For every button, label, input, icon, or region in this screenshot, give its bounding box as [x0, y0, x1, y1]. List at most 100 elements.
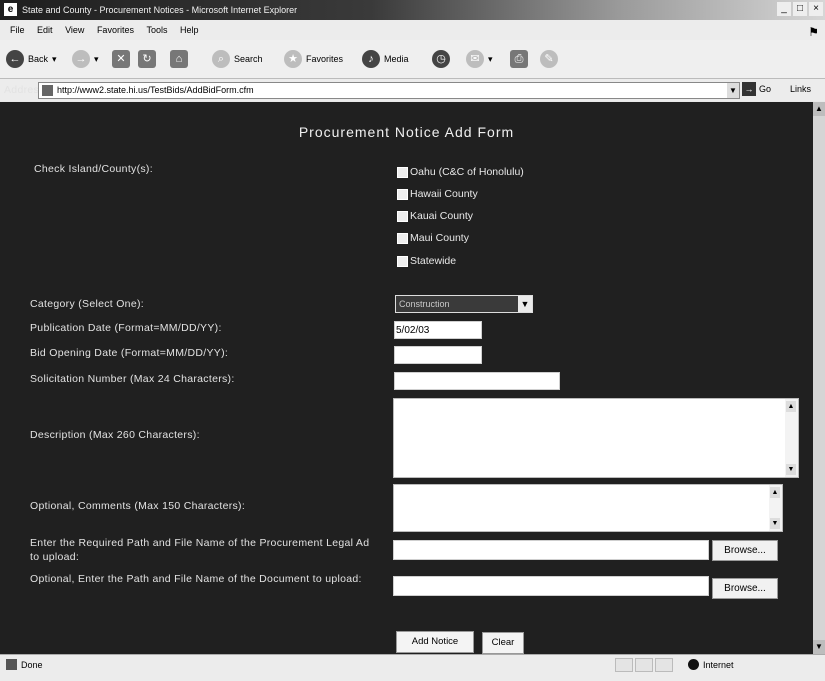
document-file-input[interactable] [393, 576, 709, 596]
window-title: State and County - Procurement Notices -… [22, 5, 298, 15]
star-icon: ★ [284, 50, 302, 68]
chevron-down-icon: ▾ [488, 53, 493, 64]
comments-textarea[interactable]: ▲ ▼ [393, 484, 783, 532]
page-content: Procurement Notice Add Form Check Island… [0, 102, 813, 654]
chevron-down-icon: ▾ [52, 53, 57, 64]
media-button[interactable]: ♪ Media [362, 48, 409, 70]
checkbox-maui[interactable]: Maui County [397, 232, 469, 244]
address-dropdown-icon[interactable]: ▼ [727, 83, 739, 98]
page-title: Procurement Notice Add Form [298, 124, 515, 140]
status-text: Done [21, 659, 43, 670]
search-button[interactable]: ⌕ Search [212, 48, 263, 70]
maximize-button[interactable]: □ [793, 2, 807, 16]
add-notice-button[interactable]: Add Notice [396, 631, 474, 653]
favorites-label: Favorites [306, 54, 344, 64]
chevron-down-icon: ▾ [94, 53, 99, 64]
window-title-bar: e State and County - Procurement Notices… [0, 0, 825, 20]
forward-arrow-icon: → [72, 50, 90, 68]
textarea-scrollbar[interactable]: ▲ ▼ [769, 485, 782, 531]
forward-button[interactable]: → ▾ [72, 48, 99, 70]
legal-ad-file-input[interactable] [393, 540, 709, 560]
textarea-scrollbar[interactable]: ▲ ▼ [785, 399, 798, 477]
search-icon: ⌕ [212, 50, 230, 68]
checkbox-label: Hawaii County [410, 188, 478, 200]
scroll-up-icon[interactable]: ▲ [786, 401, 796, 412]
back-label: Back [28, 54, 49, 64]
category-selected-value: Construction [399, 299, 450, 309]
links-button[interactable]: Links [790, 84, 811, 94]
bid-opening-date-label: Bid Opening Date (Format=MM/DD/YY): [30, 347, 229, 359]
menu-bar: File Edit View Favorites Tools Help ⚑ [0, 20, 825, 40]
status-panes [615, 658, 673, 672]
menu-edit[interactable]: Edit [37, 20, 53, 40]
mail-icon: ✉ [466, 50, 484, 68]
legal-ad-label: Enter the Required Path and File Name of… [30, 537, 370, 563]
internet-globe-icon [688, 659, 699, 670]
page-done-icon [6, 659, 17, 670]
menu-view[interactable]: View [65, 20, 84, 40]
island-county-label: Check Island/County(s): [34, 163, 153, 175]
checkbox-box[interactable] [397, 232, 408, 244]
browser-toolbar: ← Back ▾ → ▾ ✕ ↻ ⌂ ⌕ Search ★ Favorites … [0, 40, 825, 79]
minimize-button[interactable]: _ [777, 2, 791, 16]
media-icon: ♪ [362, 50, 380, 68]
checkbox-box[interactable] [397, 166, 408, 178]
menu-favorites[interactable]: Favorites [97, 20, 134, 40]
history-button[interactable]: ◷ [432, 48, 450, 70]
back-arrow-icon: ← [6, 50, 24, 68]
checkbox-oahu[interactable]: Oahu (C&C of Honolulu) [397, 166, 524, 178]
checkbox-label: Kauai County [410, 210, 474, 222]
scroll-down-icon[interactable]: ▼ [813, 640, 825, 654]
refresh-button[interactable]: ↻ [138, 48, 156, 70]
status-pane [615, 658, 633, 672]
window-controls: _ □ × [777, 2, 823, 16]
comments-label: Optional, Comments (Max 150 Characters): [30, 500, 246, 512]
checkbox-label: Maui County [410, 232, 469, 244]
home-button[interactable]: ⌂ [170, 48, 188, 70]
menu-tools[interactable]: Tools [146, 20, 167, 40]
category-select[interactable]: Construction ▼ [395, 295, 533, 313]
go-button[interactable]: → Go [742, 82, 771, 96]
scroll-down-icon[interactable]: ▼ [786, 464, 796, 475]
favorites-button[interactable]: ★ Favorites [284, 48, 343, 70]
publication-date-input[interactable]: 5/02/03 [394, 321, 482, 339]
scroll-down-icon[interactable]: ▼ [770, 518, 780, 529]
checkbox-label: Oahu (C&C of Honolulu) [410, 166, 524, 178]
status-done: Done [6, 659, 43, 670]
address-input[interactable]: http://www2.state.hi.us/TestBids/AddBidF… [38, 82, 740, 99]
checkbox-hawaii[interactable]: Hawaii County [397, 188, 478, 200]
bid-opening-date-input[interactable] [394, 346, 482, 364]
search-label: Search [234, 54, 263, 64]
checkbox-box[interactable] [397, 255, 408, 267]
checkbox-box[interactable] [397, 188, 408, 200]
solicitation-number-label: Solicitation Number (Max 24 Characters): [30, 373, 235, 385]
edit-button[interactable]: ✎ [540, 48, 558, 70]
stop-button[interactable]: ✕ [112, 48, 130, 70]
page-scrollbar[interactable]: ▲ ▼ [813, 102, 825, 654]
checkbox-kauai[interactable]: Kauai County [397, 210, 473, 222]
menu-help[interactable]: Help [180, 20, 199, 40]
solicitation-number-input[interactable] [394, 372, 560, 390]
scroll-up-icon[interactable]: ▲ [813, 102, 825, 116]
legal-ad-browse-button[interactable]: Browse... [712, 540, 778, 561]
status-bar: Done Internet [0, 654, 825, 681]
checkbox-box[interactable] [397, 210, 408, 222]
close-button[interactable]: × [809, 2, 823, 16]
menu-file[interactable]: File [10, 20, 25, 40]
ie-logo-icon: e [4, 3, 17, 16]
scroll-up-icon[interactable]: ▲ [770, 487, 780, 498]
document-browse-button[interactable]: Browse... [712, 578, 778, 599]
page-icon [42, 85, 53, 96]
back-button[interactable]: ← Back ▾ [6, 48, 57, 70]
media-label: Media [384, 54, 409, 64]
description-textarea[interactable]: ▲ ▼ [393, 398, 799, 478]
checkbox-statewide[interactable]: Statewide [397, 255, 456, 267]
clear-button[interactable]: Clear [482, 632, 524, 654]
print-button[interactable]: ⎙ [510, 48, 528, 70]
chevron-down-icon[interactable]: ▼ [518, 296, 532, 312]
mail-button[interactable]: ✉ ▾ [466, 48, 493, 70]
publication-date-label: Publication Date (Format=MM/DD/YY): [30, 322, 222, 334]
go-label: Go [759, 84, 772, 94]
refresh-icon: ↻ [138, 50, 156, 68]
edit-icon: ✎ [540, 50, 558, 68]
